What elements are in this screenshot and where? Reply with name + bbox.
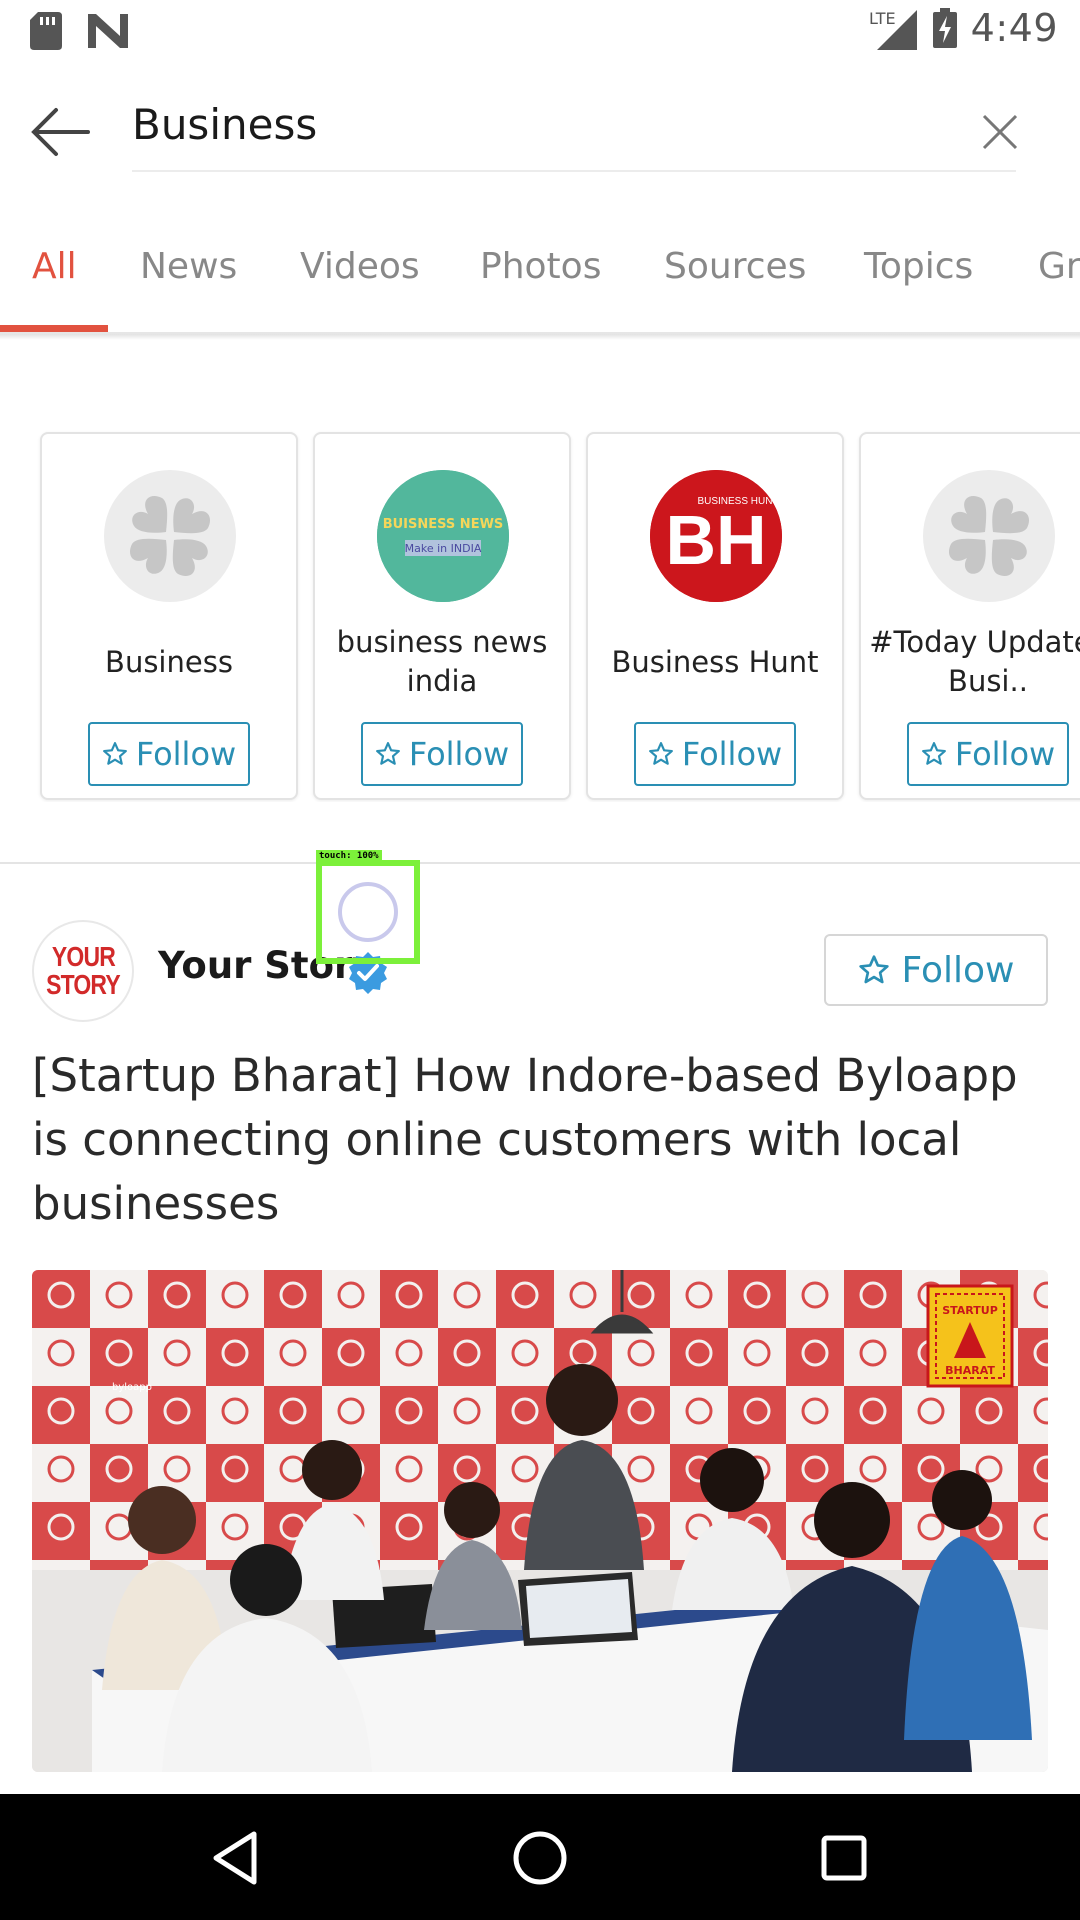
business-hunt-logo: BH BUSINESS HUNT [650, 470, 782, 602]
card-name: Business Hunt [611, 644, 819, 679]
follow-label: Follow [901, 949, 1015, 991]
star-outline-icon [102, 742, 127, 765]
search-underline [132, 170, 1016, 172]
status-time: 4:49 [970, 6, 1058, 50]
card-today-updates[interactable]: #Today Updates Busi.. Follow [859, 432, 1080, 800]
follow-label: Follow [135, 735, 237, 773]
star-outline-icon [921, 742, 946, 765]
close-icon[interactable] [982, 114, 1018, 150]
suggestion-cards: Business Follow BUISNESS NEWS Make in IN… [0, 430, 1080, 802]
search-query[interactable]: Business [132, 100, 317, 149]
follow-button[interactable]: Follow [88, 722, 250, 786]
status-bar: LTE 4:49 [0, 0, 1080, 64]
follow-button[interactable]: Follow [361, 722, 523, 786]
tab-sources[interactable]: Sources [664, 246, 806, 287]
card-name: #Today Updates Busi.. [869, 625, 1080, 698]
tab-all[interactable]: All [32, 246, 77, 287]
article-image[interactable]: byloapp STARTUP BHARAT [32, 1270, 1048, 1772]
card-business[interactable]: Business Follow [40, 432, 298, 800]
badge-text-bottom: BHARAT [945, 1364, 995, 1377]
star-outline-icon [858, 955, 889, 984]
logo-text-bottom: Make in INDIA [405, 542, 482, 555]
tab-videos[interactable]: Videos [300, 246, 420, 287]
card-business-hunt[interactable]: BH BUSINESS HUNT Business Hunt Follow [586, 432, 844, 800]
tab-indicator [0, 325, 108, 332]
logo-caption: BUSINESS HUNT [697, 496, 778, 507]
star-outline-icon [648, 742, 673, 765]
tab-photos[interactable]: Photos [480, 246, 601, 287]
section-divider [0, 862, 1080, 864]
tabs-shadow [0, 334, 1080, 340]
article-photo: byloapp STARTUP BHARAT [32, 1270, 1048, 1772]
sd-card-icon [30, 12, 62, 50]
star-outline-icon [375, 742, 400, 765]
follow-button[interactable]: Follow [907, 722, 1069, 786]
search-header: Business [0, 64, 1080, 204]
source-logo-line2: STORY [46, 969, 121, 1000]
badge-text-top: STARTUP [942, 1304, 998, 1317]
tab-groups[interactable]: Gr [1038, 246, 1080, 287]
source-logo[interactable]: YOUR STORY [32, 920, 134, 1022]
back-triangle-icon[interactable] [204, 1826, 268, 1890]
svg-text:LTE: LTE [869, 9, 896, 28]
follow-source-button[interactable]: Follow [824, 934, 1048, 1006]
follow-button[interactable]: Follow [634, 722, 796, 786]
source-logo-line1: YOUR [51, 941, 115, 972]
follow-label: Follow [681, 735, 783, 773]
follow-label: Follow [954, 735, 1056, 773]
tab-bar: All News Videos Photos Sources Topics Gr [0, 216, 1080, 334]
card-name: Business [105, 644, 233, 679]
wall-text: byloapp [112, 1382, 152, 1393]
arrow-left-icon[interactable] [30, 104, 94, 160]
card-name: business news india [336, 625, 548, 698]
system-nav-bar [0, 1794, 1080, 1920]
placeholder-clover-icon [104, 470, 236, 602]
logo-monogram: BH [665, 501, 766, 579]
logo-text-top: BUISNESS NEWS [383, 517, 504, 532]
placeholder-clover-icon [923, 470, 1055, 602]
battery-charging-icon [932, 8, 957, 48]
article-headline[interactable]: [Startup Bharat] How Indore-based Byloap… [32, 1044, 1042, 1236]
home-circle-icon[interactable] [508, 1826, 572, 1890]
recents-square-icon[interactable] [812, 1826, 876, 1890]
tab-news[interactable]: News [140, 246, 237, 287]
business-news-logo: BUISNESS NEWS Make in INDIA [377, 470, 509, 602]
tab-topics[interactable]: Topics [864, 246, 973, 287]
card-business-news-india[interactable]: BUISNESS NEWS Make in INDIA business new… [313, 432, 571, 800]
signal-icon: LTE [869, 9, 917, 50]
touch-ripple [338, 882, 398, 942]
follow-label: Follow [408, 735, 510, 773]
n-logo-icon [88, 14, 128, 48]
